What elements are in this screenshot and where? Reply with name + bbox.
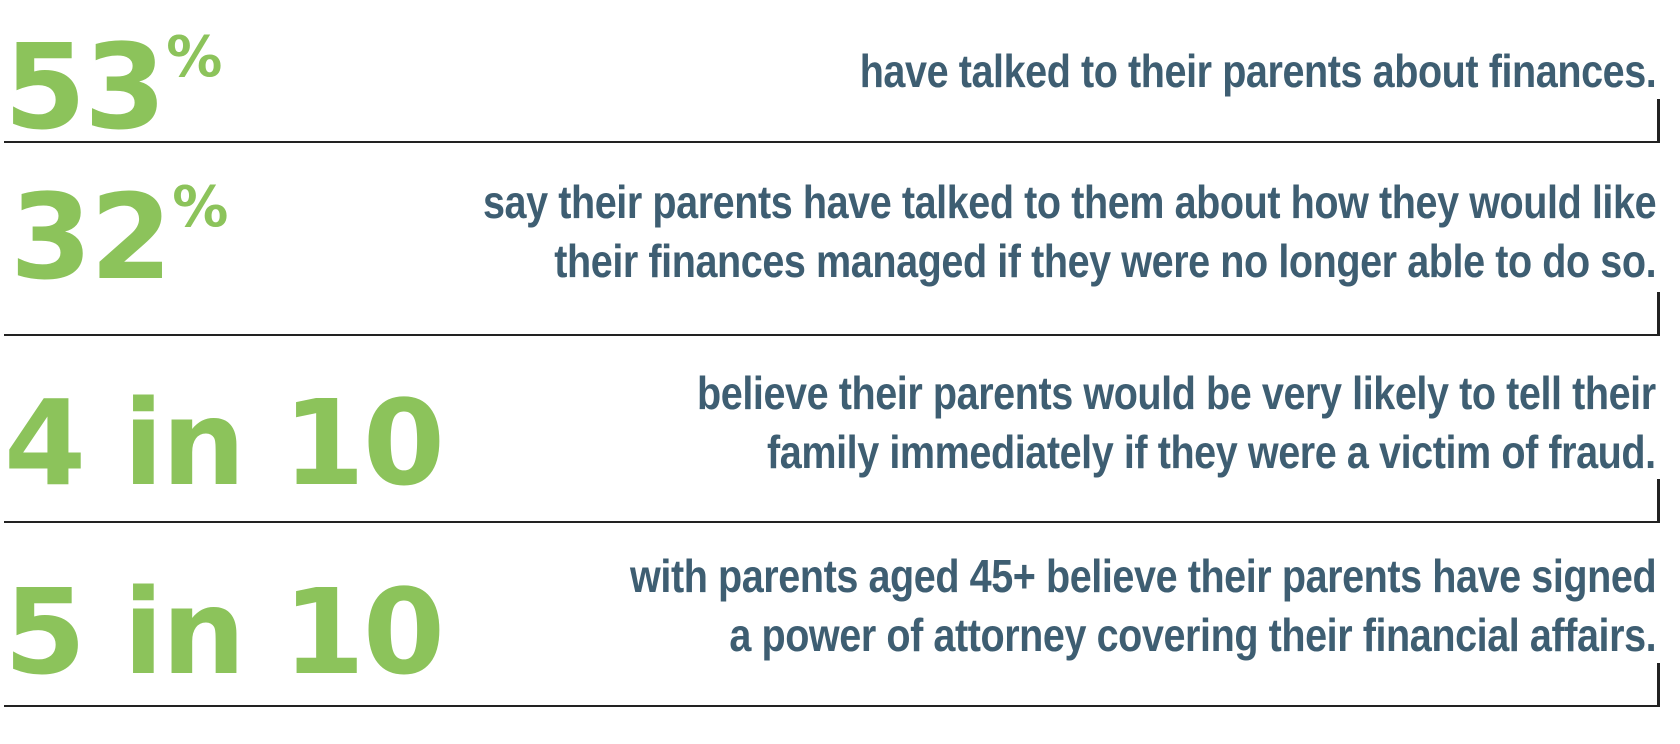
stat-row: 5 in 10 with parents aged 45+ believe th…	[4, 523, 1660, 707]
stat-number: 4 in 10	[4, 374, 445, 512]
row-divider-tick	[1657, 292, 1660, 336]
row-divider-tick	[1657, 99, 1660, 143]
stat-row: 4 in 10 believe their parents would be v…	[4, 336, 1660, 523]
stat-description-line: their finances managed if they were no l…	[554, 235, 1656, 287]
stat-description-line: say their parents have talked to them ab…	[482, 176, 1657, 228]
stat-description-line: family immediately if they were a victim…	[767, 426, 1656, 478]
stat-value: 4 in 10	[4, 374, 445, 512]
stat-number: 5 in 10	[4, 563, 445, 701]
stat-percent-sign: %	[166, 25, 223, 90]
stat-description-line: believe their parents would be very like…	[697, 367, 1656, 419]
stat-row: 32% say their parents have talked to the…	[4, 143, 1660, 336]
stat-description: have talked to their parents about finan…	[859, 42, 1656, 101]
stats-infographic: 53% have talked to their parents about f…	[0, 0, 1680, 744]
stat-value: 53%	[4, 28, 222, 146]
stat-number: 53	[4, 18, 166, 156]
stat-description-line: with parents aged 45+ believe their pare…	[629, 550, 1657, 602]
stat-value: 5 in 10	[4, 563, 445, 701]
stat-value: 32%	[10, 178, 228, 296]
stat-percent-sign: %	[172, 175, 229, 240]
stat-description: say their parents have talked to them ab…	[482, 173, 1657, 291]
stat-row: 53% have talked to their parents about f…	[4, 0, 1660, 146]
row-divider-tick	[1657, 479, 1660, 523]
stat-description: with parents aged 45+ believe their pare…	[629, 547, 1657, 665]
stat-description-line: a power of attorney covering their finan…	[729, 609, 1656, 661]
row-divider	[4, 705, 1660, 707]
stat-description-line: have talked to their parents about finan…	[859, 45, 1656, 97]
row-divider-tick	[1657, 663, 1660, 707]
stat-number: 32	[10, 168, 172, 306]
stat-description: believe their parents would be very like…	[697, 364, 1656, 482]
